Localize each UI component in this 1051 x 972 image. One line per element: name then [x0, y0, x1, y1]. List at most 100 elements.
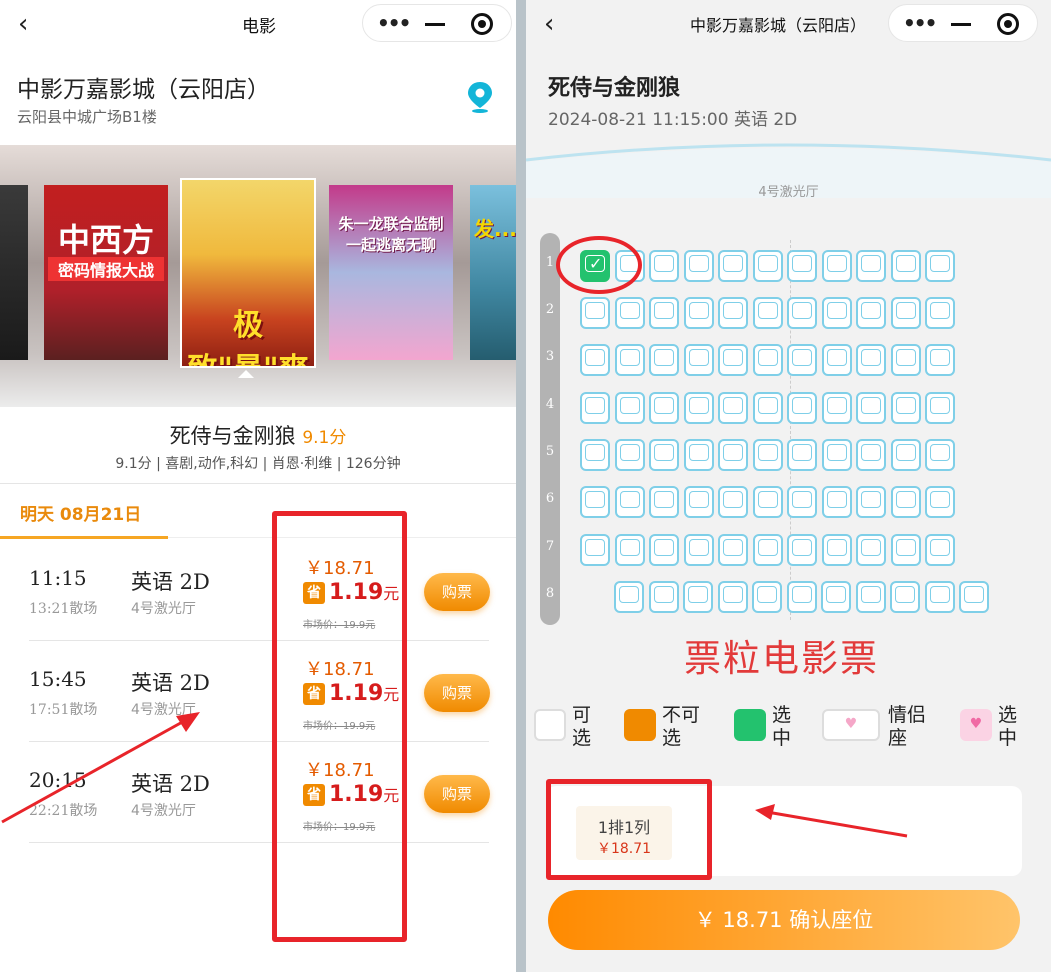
seat[interactable]	[925, 344, 955, 376]
seat[interactable]	[614, 250, 645, 282]
seat[interactable]	[890, 297, 921, 329]
seat[interactable]	[580, 392, 610, 424]
seat[interactable]	[649, 439, 679, 471]
seat[interactable]	[856, 250, 886, 282]
seat[interactable]	[614, 297, 645, 329]
seat[interactable]	[890, 534, 921, 566]
seat[interactable]	[614, 392, 645, 424]
seat[interactable]	[856, 534, 886, 566]
seat[interactable]	[925, 297, 955, 329]
poster-partial-right[interactable]: 发...	[470, 185, 516, 360]
seat[interactable]	[649, 297, 679, 329]
back-arrow-icon[interactable]: ‹	[544, 9, 554, 39]
buy-ticket-button[interactable]: 购票	[424, 775, 490, 813]
seat[interactable]	[890, 439, 921, 471]
seat[interactable]	[925, 486, 955, 518]
seat[interactable]	[580, 534, 610, 566]
seat[interactable]	[821, 250, 852, 282]
seat-selected[interactable]	[580, 250, 610, 282]
seat[interactable]	[718, 250, 748, 282]
seat[interactable]	[683, 392, 714, 424]
close-icon[interactable]	[471, 13, 493, 35]
seat[interactable]	[580, 344, 610, 376]
seat[interactable]	[890, 581, 920, 613]
location-pin-icon[interactable]	[464, 80, 496, 114]
seat[interactable]	[649, 392, 679, 424]
seat[interactable]	[718, 486, 748, 518]
seat[interactable]	[856, 392, 886, 424]
seat[interactable]	[683, 250, 714, 282]
seat[interactable]	[752, 534, 783, 566]
seat[interactable]	[752, 250, 783, 282]
seat[interactable]	[787, 486, 817, 518]
seat[interactable]	[649, 250, 679, 282]
seat[interactable]	[752, 581, 782, 613]
poster-movie-1[interactable]: 中西方 密码情报大战	[44, 185, 168, 360]
seat[interactable]	[890, 486, 921, 518]
seat[interactable]	[614, 344, 645, 376]
seat[interactable]	[787, 344, 817, 376]
seat[interactable]	[683, 534, 714, 566]
buy-ticket-button[interactable]: 购票	[424, 573, 490, 611]
seat[interactable]	[821, 439, 852, 471]
buy-ticket-button[interactable]: 购票	[424, 674, 490, 712]
poster-carousel[interactable]: 中西方 密码情报大战 极致"暴"爽 朱一龙联合监制 一起逃离无聊 发...	[0, 145, 516, 407]
seat[interactable]	[787, 534, 817, 566]
seat[interactable]	[890, 250, 921, 282]
seat[interactable]	[580, 297, 610, 329]
seat[interactable]	[787, 439, 817, 471]
seat[interactable]	[856, 344, 886, 376]
seat[interactable]	[924, 581, 955, 613]
seat[interactable]	[787, 250, 817, 282]
seat[interactable]	[925, 392, 955, 424]
seat[interactable]	[718, 534, 748, 566]
seat[interactable]	[752, 439, 783, 471]
seat[interactable]	[614, 534, 645, 566]
seat[interactable]	[683, 344, 714, 376]
seat[interactable]	[855, 581, 886, 613]
close-icon[interactable]	[997, 13, 1019, 35]
seat[interactable]	[856, 297, 886, 329]
seat[interactable]	[648, 581, 679, 613]
seat[interactable]	[821, 297, 852, 329]
minimize-icon[interactable]	[951, 23, 971, 26]
seat[interactable]	[717, 581, 748, 613]
seat[interactable]	[752, 486, 783, 518]
seat[interactable]	[614, 439, 645, 471]
seat[interactable]	[925, 534, 955, 566]
seat[interactable]	[752, 392, 783, 424]
seat[interactable]	[718, 297, 748, 329]
seat[interactable]	[580, 439, 610, 471]
seat[interactable]	[821, 534, 852, 566]
seat[interactable]	[580, 486, 610, 518]
seat[interactable]	[649, 486, 679, 518]
seat[interactable]	[959, 581, 989, 613]
seat[interactable]	[787, 392, 817, 424]
seat[interactable]	[614, 486, 645, 518]
seat[interactable]	[925, 250, 955, 282]
seat[interactable]	[856, 486, 886, 518]
seat[interactable]	[718, 392, 748, 424]
poster-movie-3[interactable]: 朱一龙联合监制 一起逃离无聊	[329, 185, 453, 360]
back-arrow-icon[interactable]: ‹	[18, 9, 28, 39]
selected-seat-chip[interactable]: 1排1列 ￥18.71	[576, 806, 672, 860]
seat[interactable]	[752, 344, 783, 376]
seat[interactable]	[683, 581, 713, 613]
seat[interactable]	[821, 344, 852, 376]
seat[interactable]	[718, 344, 748, 376]
date-tab[interactable]: 明天 08月21日	[20, 500, 141, 525]
minimize-icon[interactable]	[425, 23, 445, 26]
more-icon[interactable]: •••	[903, 13, 937, 33]
seat[interactable]	[683, 439, 714, 471]
seat[interactable]	[821, 486, 852, 518]
seat[interactable]	[821, 392, 852, 424]
seat[interactable]	[752, 297, 783, 329]
seat[interactable]	[821, 581, 851, 613]
seat[interactable]	[925, 439, 955, 471]
seat[interactable]	[683, 486, 714, 518]
seat[interactable]	[890, 344, 921, 376]
seat[interactable]	[718, 439, 748, 471]
seat[interactable]	[786, 581, 817, 613]
seat[interactable]	[890, 392, 921, 424]
poster-movie-selected[interactable]: 极致"暴"爽	[180, 178, 316, 368]
